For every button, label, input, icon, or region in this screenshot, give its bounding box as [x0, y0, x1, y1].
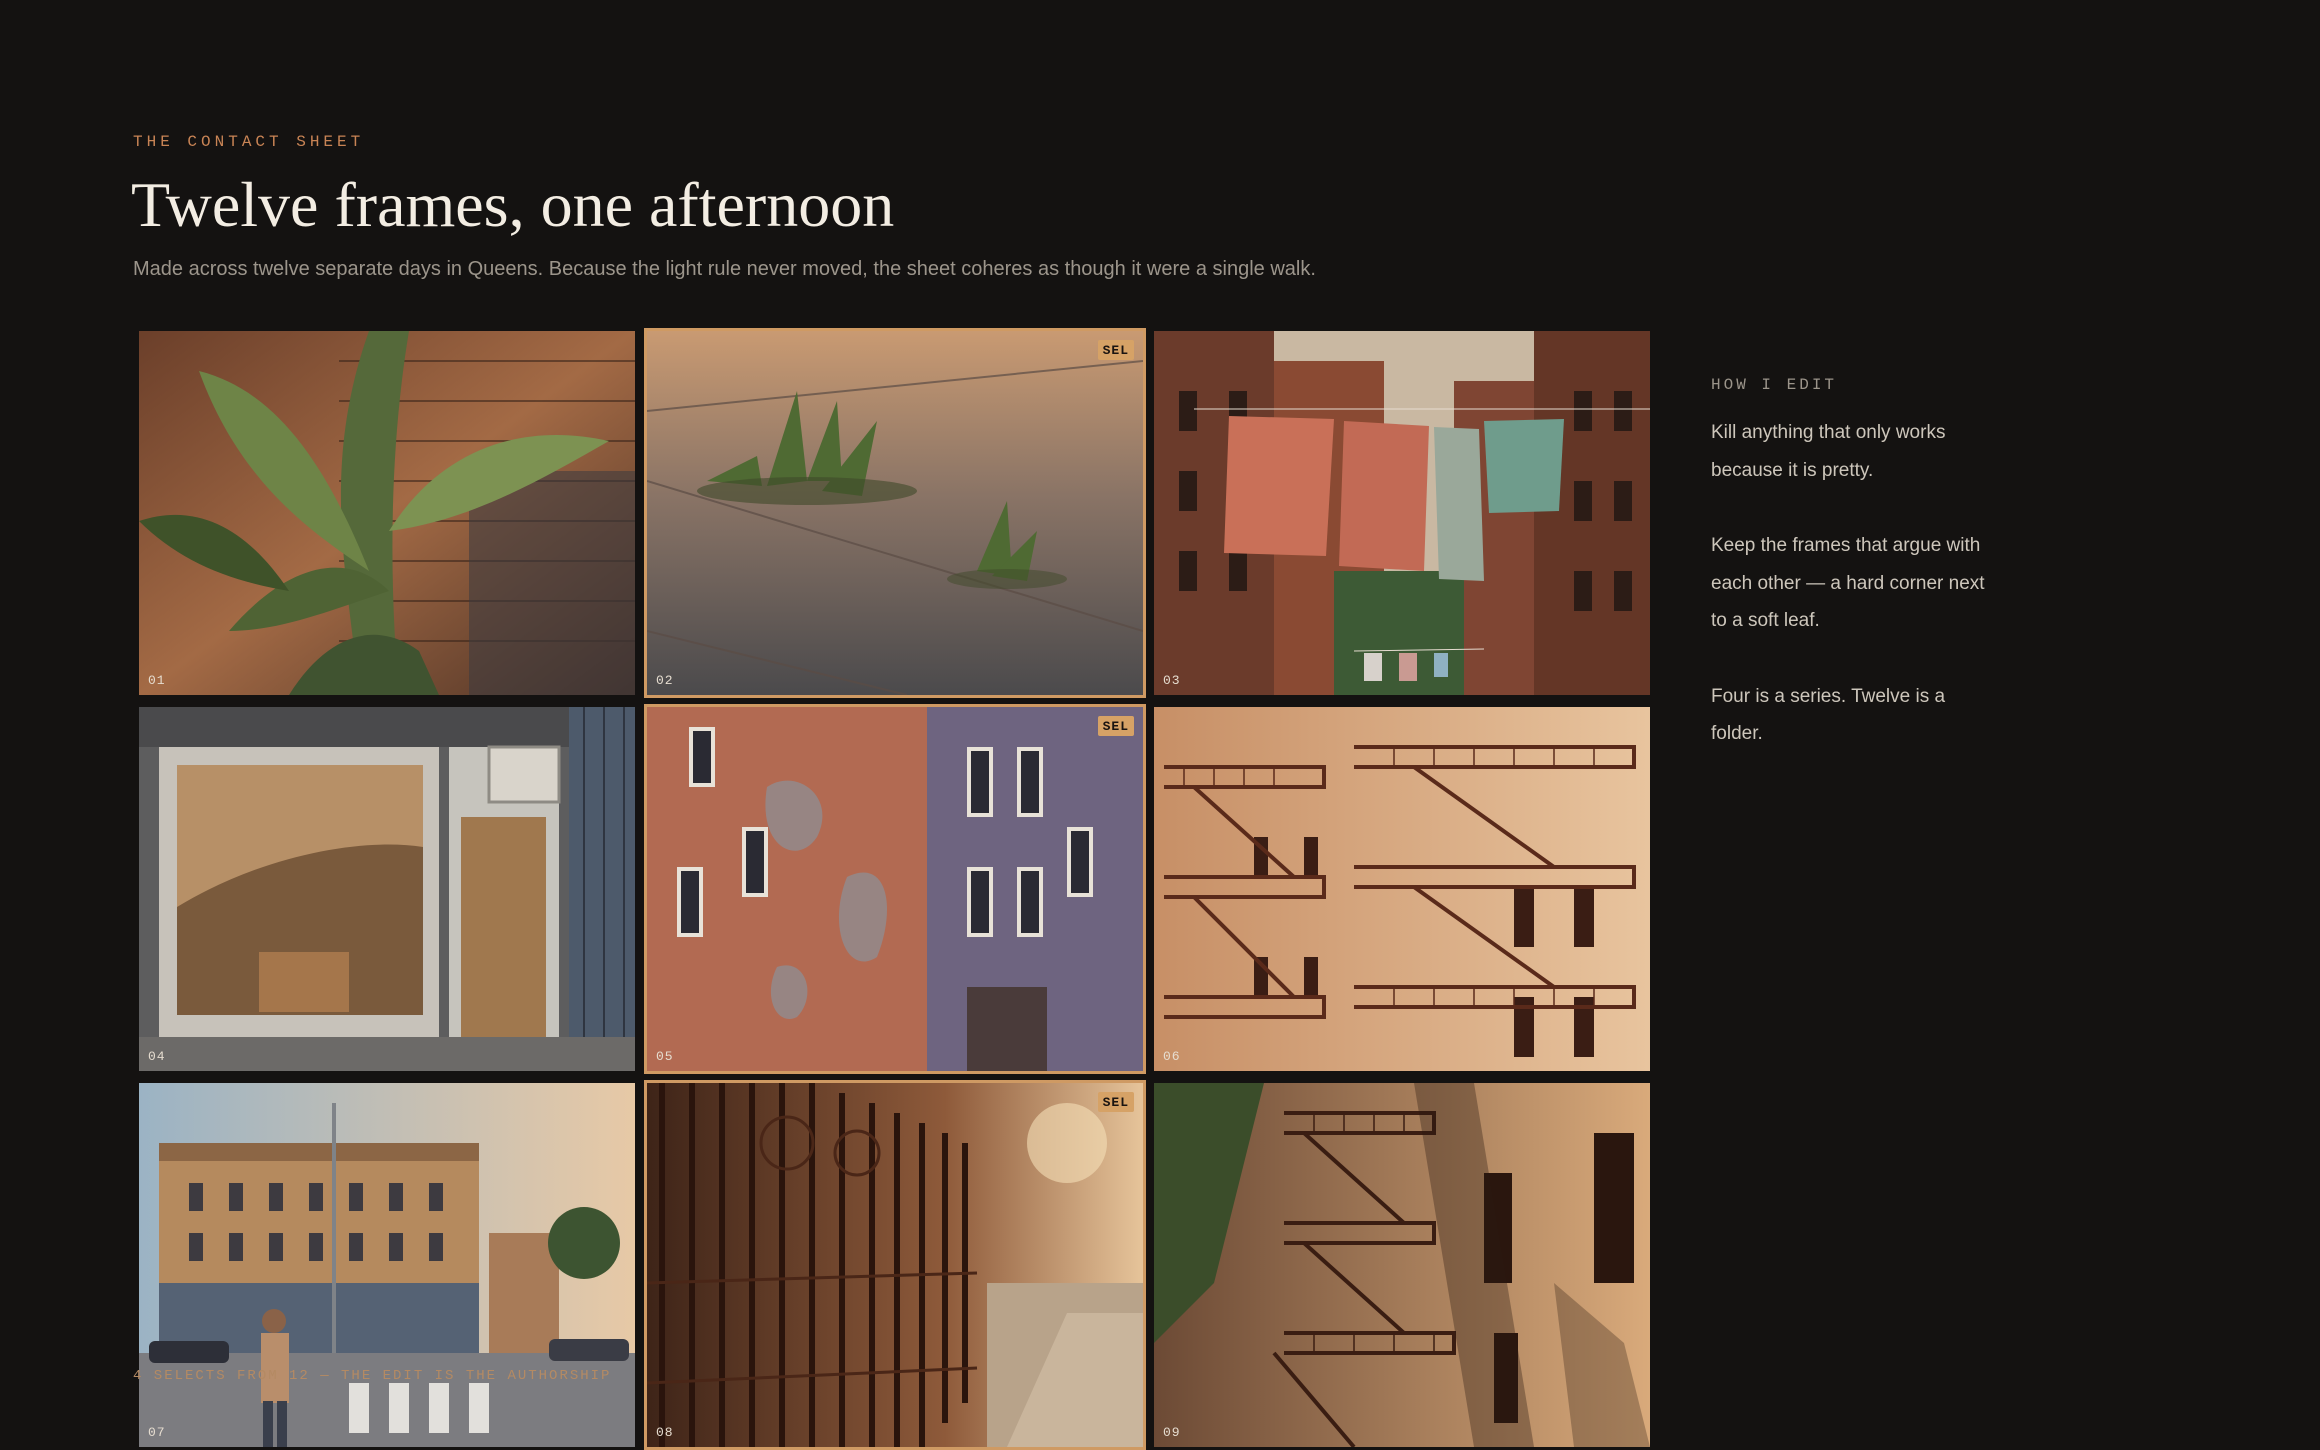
frame-08[interactable]: SEL 08: [644, 1080, 1146, 1450]
page-subtitle: Made across twelve separate days in Quee…: [133, 258, 1316, 280]
frame-04-image: [139, 707, 635, 1071]
frame-07[interactable]: 07: [139, 1083, 635, 1447]
sidebar-paragraph: Four is a series. Twelve is a folder.: [1711, 685, 1946, 745]
frame-01-image: [139, 331, 635, 695]
frame-number: 07: [148, 1425, 166, 1440]
frame-01[interactable]: 01: [139, 331, 635, 695]
frame-03[interactable]: 03: [1154, 331, 1650, 695]
frame-number: 03: [1163, 673, 1181, 688]
frame-06-image: [1154, 707, 1650, 1071]
sidebar-paragraph: Kill anything that only works because it…: [1711, 422, 1946, 481]
page-title: Twelve frames, one afternoon: [131, 169, 895, 240]
frame-number: 04: [148, 1049, 166, 1064]
frame-09-image: [1154, 1083, 1650, 1447]
sidebar-paragraph: Keep the frames that argue with each oth…: [1711, 535, 1985, 631]
frame-number: 05: [656, 1049, 674, 1064]
eyebrow-label: THE CONTACT SHEET: [133, 133, 365, 151]
frame-number: 09: [1163, 1425, 1181, 1440]
selects-summary: 4 SELECTS FROM 12 — THE EDIT IS THE AUTH…: [133, 1368, 612, 1384]
frame-03-image: [1154, 331, 1650, 695]
frame-04[interactable]: 04: [139, 707, 635, 1071]
frame-number: 06: [1163, 1049, 1181, 1064]
edit-philosophy-sidebar: HOW I EDIT Kill anything that only works…: [1711, 376, 2001, 791]
select-badge: SEL: [1097, 340, 1134, 360]
contact-sheet-grid: 01 SEL 02 03 04 SEL 05 06 07 SEL 08 09: [139, 328, 1650, 1450]
select-badge: SEL: [1097, 716, 1134, 736]
frame-02-image: [647, 331, 1143, 695]
frame-08-image: [647, 1083, 1143, 1447]
frame-09[interactable]: 09: [1154, 1083, 1650, 1447]
frame-05-image: [647, 707, 1143, 1071]
frame-number: 08: [656, 1425, 674, 1440]
frame-06[interactable]: 06: [1154, 707, 1650, 1071]
frame-02[interactable]: SEL 02: [644, 328, 1146, 698]
frame-number: 02: [656, 673, 674, 688]
select-badge: SEL: [1097, 1092, 1134, 1112]
frame-07-image: [139, 1083, 635, 1447]
sidebar-heading: HOW I EDIT: [1711, 376, 1838, 394]
frame-number: 01: [148, 673, 166, 688]
frame-05[interactable]: SEL 05: [644, 704, 1146, 1074]
